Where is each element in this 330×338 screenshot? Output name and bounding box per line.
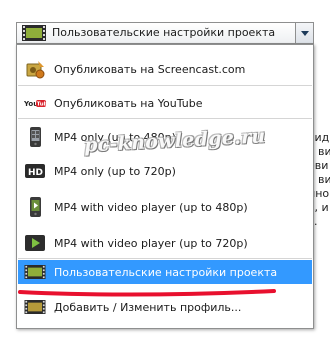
film-icon — [22, 25, 46, 41]
svg-text:HD: HD — [28, 168, 43, 178]
menu-item-youtube[interactable]: You Tube Опубликовать на YouTube — [18, 91, 312, 115]
menu-item-label: Пользовательские настройки проекта — [54, 265, 278, 279]
film-icon — [24, 300, 46, 314]
menu-item-label: MP4 with video player (up to 720p) — [54, 236, 248, 250]
menu-separator — [18, 85, 312, 86]
combobox-value: Пользовательские настройки проекта — [52, 26, 276, 39]
chevron-down-icon — [300, 30, 309, 36]
menu-item-label: Опубликовать на Screencast.com — [54, 62, 246, 76]
svg-text:Tube: Tube — [37, 102, 46, 108]
hd-icon: HD — [25, 164, 45, 178]
film-icon — [24, 265, 46, 279]
menu-item-player-720[interactable]: MP4 with video player (up to 720p) — [18, 231, 312, 255]
red-underline-annotation — [18, 289, 276, 297]
screencast-icon — [26, 61, 45, 79]
play-phone-icon — [30, 197, 41, 217]
menu-item-custom-settings[interactable]: Пользовательские настройки проекта — [18, 260, 312, 284]
menu-item-mp4-720[interactable]: HD MP4 only (up to 720p) — [18, 159, 312, 183]
profile-dropdown-list: Опубликовать на Screencast.com You Tube … — [16, 44, 314, 329]
menu-item-label: MP4 with video player (up to 480p) — [54, 200, 248, 214]
menu-separator — [18, 258, 312, 259]
mp4-phone-icon — [30, 127, 41, 147]
dropdown-arrow-button[interactable] — [295, 23, 313, 43]
youtube-icon: You Tube — [24, 100, 46, 108]
play-icon — [25, 235, 45, 251]
menu-item-player-480[interactable]: MP4 with video player (up to 480p) — [18, 195, 312, 219]
menu-item-label: Добавить / Изменить профиль... — [54, 300, 242, 314]
menu-item-add-edit-profile[interactable]: Добавить / Изменить профиль... — [18, 295, 312, 319]
menu-item-label: Опубликовать на YouTube — [54, 96, 203, 110]
menu-item-screencast[interactable]: Опубликовать на Screencast.com — [18, 57, 312, 81]
menu-separator — [18, 118, 312, 119]
menu-item-label: MP4 only (up to 720p) — [54, 164, 176, 178]
profile-combobox[interactable]: Пользовательские настройки проекта — [16, 22, 314, 44]
